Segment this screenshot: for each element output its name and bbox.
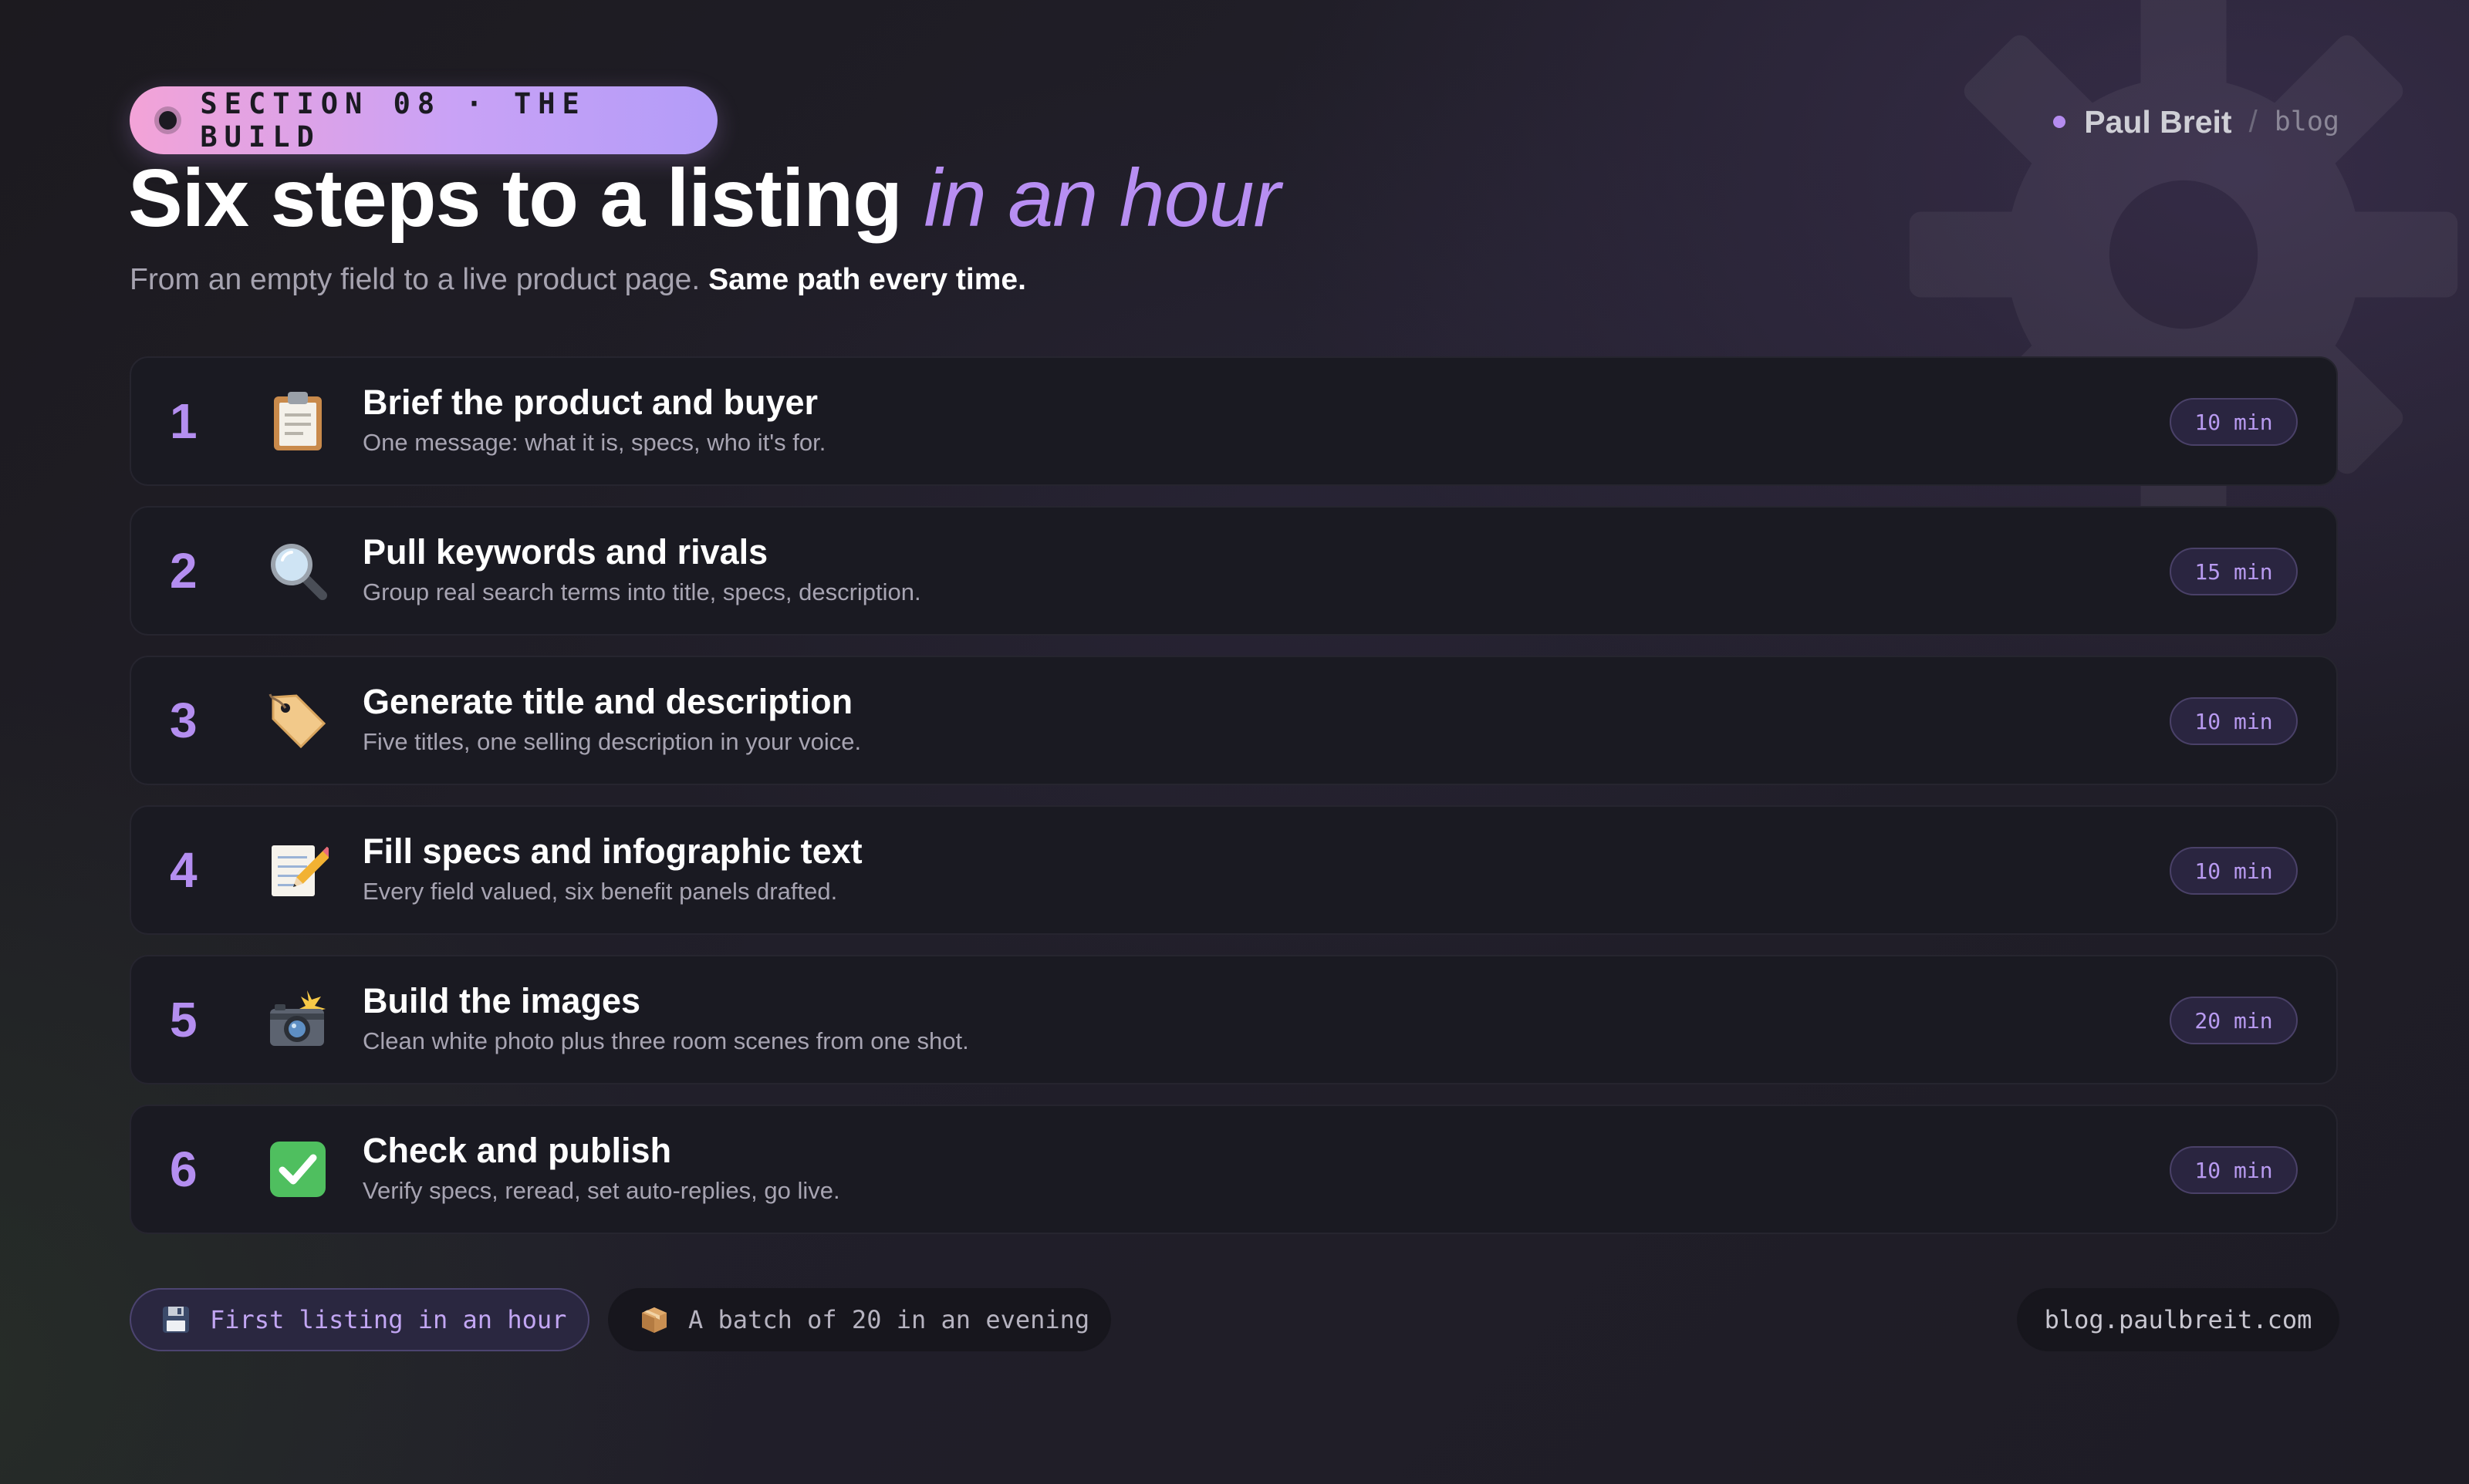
step-card-1: 1 Brief the product and buyer One messag…: [130, 356, 2338, 486]
step-title: Brief the product and buyer: [363, 383, 819, 422]
badge-dot-icon: [159, 111, 177, 130]
check-mark-icon: [267, 1138, 329, 1200]
memo-icon: [267, 839, 329, 901]
step-number: 6: [170, 1142, 198, 1197]
step-number: 4: [170, 842, 198, 898]
page-title: Six steps to a listing in an hour: [128, 148, 1281, 248]
brand-separator: /: [2248, 104, 2258, 139]
step-card-5: 5 Build the images Clean white photo plu…: [130, 955, 2338, 1084]
step-number: 1: [170, 393, 198, 449]
step-description: Verify specs, reread, set auto-replies, …: [363, 1177, 840, 1204]
subtitle-strong: Same path every time.: [708, 263, 1026, 296]
step-title: Check and publish: [363, 1131, 672, 1170]
step-number: 3: [170, 693, 198, 748]
step-description: Five titles, one selling description in …: [363, 728, 862, 755]
step-title: Generate title and description: [363, 682, 853, 721]
camera-flash-icon: [267, 989, 329, 1051]
step-card-4: 4 Fill specs and infographic text Every …: [130, 805, 2338, 935]
step-description: Every field valued, six benefit panels d…: [363, 878, 838, 905]
brand-section: blog: [2274, 106, 2339, 137]
step-card-3: 3 Generate title and description Five ti…: [130, 656, 2338, 785]
page-subtitle: From an empty field to a live product pa…: [130, 261, 1026, 299]
step-card-6: 6 Check and publish Verify specs, reread…: [130, 1105, 2338, 1234]
subtitle-plain: From an empty field to a live product pa…: [130, 263, 701, 296]
step-description: Clean white photo plus three room scenes…: [363, 1027, 969, 1054]
step-number: 2: [170, 543, 198, 599]
brand: Paul Breit / blog: [2053, 100, 2339, 143]
clipboard-icon: [267, 390, 329, 452]
page-title-main: Six steps to a listing: [128, 153, 903, 244]
step-number: 5: [170, 992, 198, 1047]
floppy-disk-icon: [160, 1304, 191, 1335]
steps-list: 1 Brief the product and buyer One messag…: [130, 356, 2338, 1254]
step-card-2: 2 Pull keywords and rivals Group real se…: [130, 506, 2338, 636]
first-listing-label: First listing in an hour: [210, 1305, 567, 1334]
page-title-accent: in an hour: [924, 153, 1280, 244]
site-url-label: blog.paulbreit.com: [2044, 1305, 2312, 1334]
tag-icon: [267, 690, 329, 751]
magnifier-icon: [267, 540, 329, 602]
step-title: Pull keywords and rivals: [363, 532, 768, 572]
step-description: One message: what it is, specs, who it's…: [363, 429, 826, 456]
step-duration-badge: 10 min: [2170, 697, 2298, 745]
step-duration-badge: 15 min: [2170, 548, 2298, 595]
step-duration-badge: 10 min: [2170, 847, 2298, 895]
step-duration-badge: 10 min: [2170, 398, 2298, 446]
step-duration-badge: 10 min: [2170, 1146, 2298, 1194]
package-icon: [639, 1304, 670, 1335]
section-badge-label: SECTION 08 · THE BUILD: [200, 87, 586, 153]
brand-dot-icon: [2053, 116, 2066, 128]
batch-label: A batch of 20 in an evening: [688, 1305, 1090, 1334]
author-name: Paul Breit: [2084, 103, 2232, 140]
step-duration-badge: 20 min: [2170, 997, 2298, 1044]
step-title: Build the images: [363, 981, 641, 1020]
step-description: Group real search terms into title, spec…: [363, 578, 921, 605]
site-url[interactable]: blog.paulbreit.com: [2017, 1288, 2339, 1351]
section-badge: SECTION 08 · THE BUILD: [130, 86, 718, 154]
step-title: Fill specs and infographic text: [363, 831, 863, 871]
first-listing-pill: First listing in an hour: [130, 1288, 589, 1351]
batch-pill: A batch of 20 in an evening: [608, 1288, 1111, 1351]
